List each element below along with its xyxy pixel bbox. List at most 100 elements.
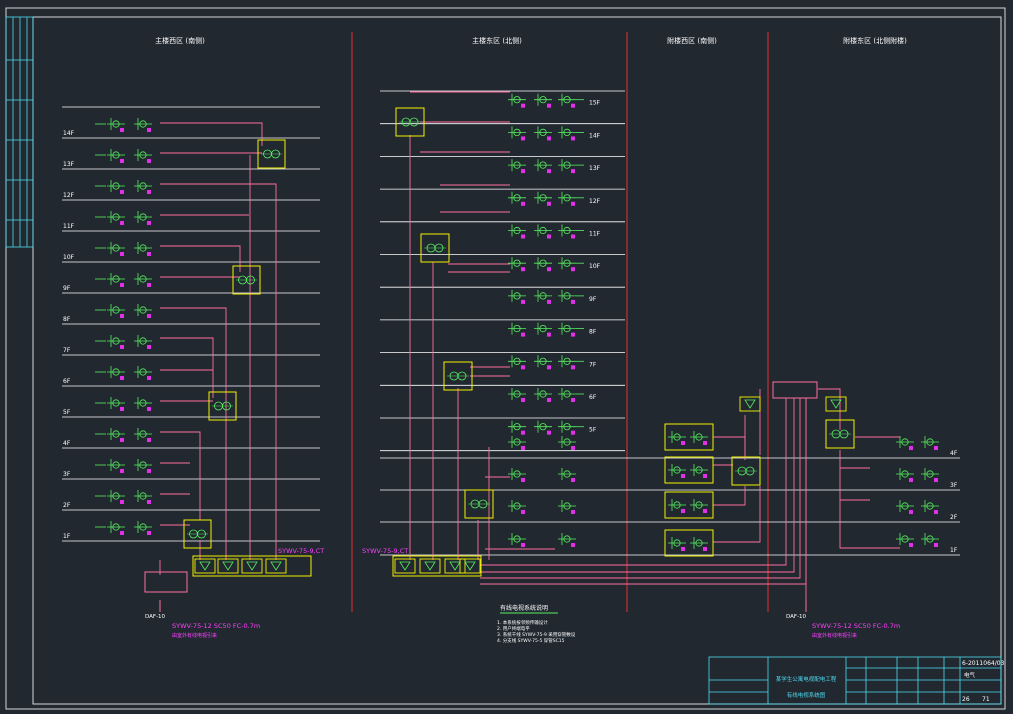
feeder-cable [160,337,214,398]
feeder-cable [480,398,787,566]
feeder-cable [160,307,227,560]
middle-floor-label: 13F [589,165,601,172]
title-block-drawing: 有线电视系统图 [787,691,826,699]
middle-outlet-b-marker [547,136,551,141]
section-title-main-west: 主楼西区 (南侧) [155,36,205,45]
title-block-project: 某学生公寓电视配电工程 [776,675,837,683]
middle-outlet-c-marker [571,332,575,337]
middle-floor-label: 5F [589,427,597,434]
middle-floor-label: 11F [589,231,601,238]
lower-outlet-c-marker [571,510,575,514]
feeder-cable [160,183,277,560]
left-outlet-groups [95,118,152,535]
left-amplifier-amplifier-icon [270,561,282,571]
middle-outlet-a-marker [521,299,525,304]
left-headend-box [144,571,188,593]
lower-outlet-a-marker [521,478,525,482]
left-outlet-a-marker [120,221,124,225]
middle-amplifier-box [444,558,466,574]
right-headend-box [772,381,818,399]
feeder-wiring [159,91,900,612]
left-outlet-b-marker [147,283,151,287]
left-outlet-b-marker [147,407,151,411]
feeder-cable [160,245,241,272]
left-floor-label: 7F [63,347,71,354]
middle-outlet-b-marker [547,201,551,206]
middle-floor-label: 8F [589,329,597,336]
middle-outlet-c-marker [571,299,575,304]
middle-outlet-a-marker [521,332,525,337]
middle-outlet-c-marker [571,365,575,370]
left-outlet-a-marker [120,128,124,132]
left-floor-label: 14F [63,130,75,137]
middle-outlet-a-marker [521,430,525,435]
middle-amplifier-amplifier-icon [464,561,476,571]
middle-outlet-a-marker [521,234,525,239]
middle-outlet-b-marker [547,169,551,174]
middle-floor-lines: 15F 14F 13F 12F 11F 10F 9F 8F 7F 6F 5F [380,90,625,452]
left-floor-label: 11F [63,223,75,230]
right-outlet-b-marker [934,446,938,450]
right-outlet-a-marker [909,543,913,547]
left-outlet-b-marker [147,469,151,473]
right-outlet-a-marker [909,510,913,514]
feeder-cable [713,486,761,543]
left-outlet-a-marker [120,345,124,349]
middle-outlet-a-marker [521,201,525,206]
left-amplifier-box [217,558,239,574]
left-outlet-b-marker [147,438,151,442]
left-outlet-a-marker [120,469,124,473]
middle-amplifier-box [419,558,441,574]
feeder-cable [839,450,870,469]
middle-floor-label: 7F [589,361,597,368]
title-block-discipline: 电气 [964,671,976,679]
middle-outlet-a-marker [521,103,525,108]
left-floor-label: 9F [63,285,71,292]
notes-line-2: 2. 用户终端电平 [497,625,530,632]
left-outlet-b-marker [147,221,151,225]
feeder-cable [839,500,900,549]
notes-title: 有线电视系统说明 [500,604,548,612]
right-outlet-b-marker [934,478,938,482]
right-feed-note: 由室外有线电视引来 [812,632,857,639]
title-block-sheets-total: 71 [982,696,990,703]
middle-amplifier-amplifier-icon [424,561,436,571]
left-outlet-b-marker [147,252,151,256]
middle-floor-label: 15F [589,100,601,107]
middle-outlet-b-marker [547,299,551,304]
binding-strip [5,16,34,248]
left-floor-label: 2F [63,502,71,509]
section-dividers [351,32,769,612]
left-floor-label: 13F [63,161,75,168]
middle-outlet-c-marker [571,234,575,239]
right-floor-lines: 4F 3F 2F 1F [380,436,960,556]
right-entry-label: DAF-10 [786,614,807,620]
middle-floor-label: 14F [589,132,601,139]
feeder-cable [160,431,201,520]
middle-outlet-c-marker [571,169,575,174]
middle-outlet-b-marker [547,234,551,239]
middle-floor-label: 6F [589,394,597,401]
left-outlet-b-marker [147,345,151,349]
feeder-cable [818,388,841,430]
feeder-cable [480,398,807,585]
left-floor-label: 5F [63,409,71,416]
left-outlet-a-marker [120,252,124,256]
section-title-main-east: 主楼东区 (北侧) [472,36,522,45]
middle-outlet-b-marker [547,398,551,402]
section-title-annex-east: 附楼东区 (北侧附楼) [843,36,907,45]
annex-group-3f-a-marker [681,474,685,478]
notes-line-1: 1. 本系统按邻频传输设计 [497,619,548,626]
middle-outlet-c-marker [571,136,575,141]
left-floor-label: 1F [63,533,71,540]
right-feed-label: SYWV-75-12 SC50 FC-0.7m [812,622,900,630]
annex-group-2f-b-marker [703,509,707,513]
right-outlet-b-marker [934,543,938,547]
middle-outlet-a-marker [521,136,525,141]
notes-line-4: 4. 分支线 SYWV-75-5 穿管SC15 [497,637,565,644]
left-outlet-a-marker [120,500,124,504]
middle-outlet-a-marker [521,398,525,402]
middle-amplifier-box [459,558,481,574]
right-floor-label: 1F [950,547,958,554]
left-amplifier-box [241,558,263,574]
